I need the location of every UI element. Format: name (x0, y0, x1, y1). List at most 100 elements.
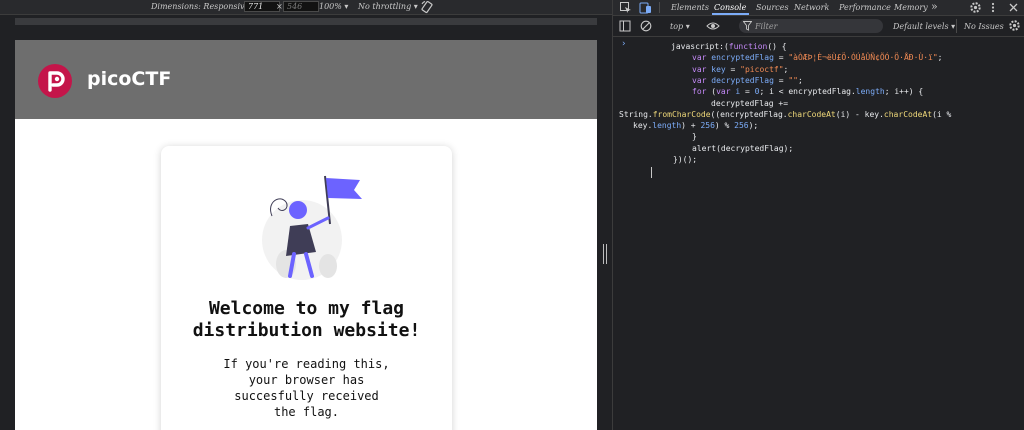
code-token: var (692, 75, 712, 85)
tab-memory[interactable]: Memory (894, 3, 928, 12)
card-title-line: Welcome to my flag (208, 298, 405, 319)
code-token: for (692, 87, 707, 97)
resize-handle[interactable] (602, 244, 608, 264)
devtools-panel: Elements Console Sources Network Perform… (613, 0, 1024, 430)
code-token: ; i < encryptedFlag. (759, 87, 856, 97)
code-token: (i) - key. (835, 109, 884, 119)
ruler-bar (15, 18, 597, 25)
more-options-icon[interactable] (990, 1, 996, 14)
sidebar-toggle-icon[interactable] (619, 20, 631, 32)
code-token: = (773, 53, 789, 63)
code-token: "àÒÆÞ¦È¬ëÙ£Ö·ÓÚåÛÑ¢ÕÓ·Ö·ÅÐ·Ù·ï" (788, 53, 938, 63)
body-line: If you're reading this, (223, 357, 390, 371)
site-header: picoCTF (15, 40, 597, 119)
code-token: var (716, 87, 736, 97)
device-emulation-pane: Dimensions: Responsive ▾ 771 × 546 100% … (0, 0, 612, 430)
toolbar-divider (956, 19, 957, 33)
brand-name[interactable]: picoCTF (87, 68, 171, 90)
code-token: ( (706, 87, 717, 97)
code-line: javascript:(function() { (671, 41, 787, 52)
code-token: ) + (681, 121, 701, 131)
devtools-tabbar: Elements Console Sources Network Perform… (613, 0, 1024, 16)
code-token: charCodeAt (883, 109, 933, 119)
code-line: alert(decryptedFlag); (692, 143, 794, 153)
zoom-dropdown[interactable]: 100% ▾ (319, 2, 348, 11)
tab-sources[interactable]: Sources (756, 3, 789, 12)
body-line: your browser has (248, 373, 365, 387)
code-token: function (728, 42, 768, 51)
code-token: var (692, 64, 712, 74)
code-token: = (740, 87, 755, 97)
flag-person-illustration (246, 172, 366, 282)
tab-network[interactable]: Network (794, 3, 829, 12)
code-line: } (692, 132, 697, 142)
code-token: 256 (700, 121, 715, 131)
code-line: var decryptedFlag = ""; (692, 75, 803, 86)
filter-input[interactable] (755, 20, 875, 32)
console-toolbar: top ▾ Default levels ▾ No Issues (613, 16, 1024, 37)
code-line: String.fromCharCode((encryptedFlag.charC… (619, 109, 951, 120)
code-line: })(); (673, 155, 698, 164)
code-token: key (711, 64, 726, 74)
code-token: javascript:( (671, 42, 729, 51)
code-line: var encryptedFlag = "àÒÆÞ¦È¬ëÙ£Ö·ÓÚåÛÑ¢Õ… (692, 52, 942, 63)
filter-box (739, 19, 883, 33)
code-line: decryptedFlag += (711, 98, 789, 108)
close-icon[interactable] (1008, 1, 1019, 14)
log-levels-dropdown[interactable]: Default levels ▾ (893, 22, 955, 31)
tab-performance[interactable]: Performance (839, 3, 891, 12)
dimensions-dropdown[interactable]: Dimensions: Responsive ▾ (151, 2, 256, 11)
code-token: = (773, 75, 789, 85)
code-token: ) % (714, 121, 735, 131)
code-token: = (725, 64, 741, 74)
code-token: 256 (734, 121, 749, 131)
device-toolbar-icon[interactable] (639, 1, 652, 14)
filter-icon (743, 21, 752, 31)
code-token: () { (767, 42, 787, 51)
code-token: (i % (932, 109, 952, 119)
code-token: decryptedFlag (711, 75, 774, 85)
console-settings-gear-icon[interactable] (1008, 19, 1021, 32)
code-token: encryptedFlag (711, 53, 774, 63)
eye-icon[interactable] (706, 20, 720, 32)
body-line: the flag. (273, 405, 340, 419)
text-cursor (651, 167, 652, 178)
code-token: "" (788, 75, 798, 85)
code-token: ); (748, 121, 759, 131)
settings-gear-icon[interactable] (969, 1, 982, 14)
code-token: ; (937, 53, 943, 63)
more-tabs-icon[interactable]: » (931, 0, 938, 13)
rotate-icon[interactable] (420, 0, 434, 14)
card-body-text: If you're reading this, your browser has… (161, 356, 452, 420)
active-tab-underline (712, 13, 749, 15)
flag-card: Welcome to my flag distribution website!… (161, 146, 452, 430)
tab-elements[interactable]: Elements (671, 3, 709, 12)
issues-button[interactable]: No Issues (964, 22, 1004, 31)
tab-divider (659, 2, 660, 13)
page-viewport: picoCTF Welcome to my flag distribution … (15, 40, 597, 430)
width-input[interactable]: 771 (244, 1, 280, 12)
media-query-ruler (0, 15, 612, 28)
code-token: ; i++) { (884, 87, 924, 97)
tab-console[interactable]: Console (714, 3, 746, 12)
console-prompt-icon: › (621, 39, 627, 49)
throttling-dropdown[interactable]: No throttling ▾ (358, 2, 418, 11)
context-dropdown[interactable]: top ▾ (670, 22, 690, 31)
height-input[interactable]: 546 (283, 1, 319, 12)
inspect-element-icon[interactable] (619, 1, 632, 14)
card-title-line: distribution website! (192, 320, 421, 341)
code-token: charCodeAt (787, 109, 836, 119)
clear-console-icon[interactable] (640, 20, 652, 32)
dimension-separator: × (276, 2, 283, 11)
card-title: Welcome to my flag distribution website! (161, 298, 452, 342)
picoctf-logo-icon[interactable] (37, 63, 73, 99)
code-token: ; (783, 64, 789, 74)
code-token: String. (619, 109, 653, 119)
code-token: ; (797, 75, 803, 85)
code-token: length (855, 87, 885, 97)
code-line: key.length) + 256) % 256); (633, 120, 758, 131)
console-input-area[interactable]: › javascript:(function() { var encrypted… (613, 37, 1024, 430)
code-line: var key = "picoctf"; (692, 64, 788, 75)
code-token: var (692, 53, 712, 63)
device-toolbar: Dimensions: Responsive ▾ 771 × 546 100% … (0, 0, 612, 15)
